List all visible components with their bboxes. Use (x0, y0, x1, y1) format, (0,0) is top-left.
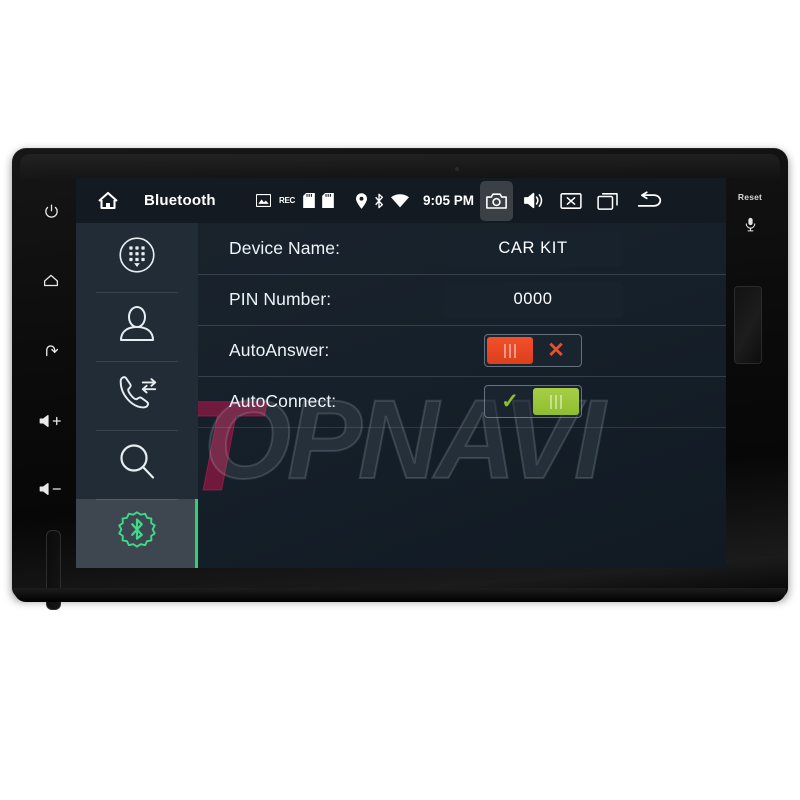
check-icon: ✓ (501, 390, 519, 413)
photo-icon (256, 194, 271, 207)
call-history-icon (113, 371, 161, 420)
sidebar-item-dialpad[interactable] (76, 223, 198, 292)
hw-card-slot[interactable] (46, 530, 61, 610)
bluetooth-icon (374, 193, 384, 209)
row-device-name: Device Name: CAR KIT (198, 223, 726, 274)
contact-person-icon (115, 302, 159, 351)
bezel-gloss (20, 154, 780, 180)
head-unit-device: Reset Bluetooth REC 9:05 PM T OPNAVI Dev… (12, 148, 788, 610)
statusbar-home-button[interactable] (76, 189, 140, 213)
row-label-auto-connect: AutoConnect: (229, 391, 337, 411)
auto-connect-toggle[interactable]: ✓ (484, 385, 582, 418)
row-label-pin-number: PIN Number: (229, 289, 332, 309)
hw-back-button[interactable] (28, 340, 74, 362)
right-hardware-area: Reset (720, 176, 780, 576)
dialpad-icon (114, 232, 160, 283)
sidebar-item-call-history[interactable] (76, 361, 198, 430)
microphone-icon (720, 216, 780, 238)
hw-volume-up-button[interactable] (28, 410, 74, 432)
function-sidebar (76, 223, 198, 568)
wifi-icon (391, 193, 409, 208)
sidebar-item-contacts[interactable] (76, 292, 198, 361)
row-pin-number: PIN Number: 0000 (198, 274, 726, 325)
volume-button[interactable] (517, 181, 550, 221)
grip-lines-icon (504, 343, 516, 358)
rec-icon: REC (279, 196, 295, 205)
hw-volume-down-button[interactable] (28, 478, 74, 500)
statusbar-clock: 9:05 PM (423, 193, 475, 208)
search-icon (115, 440, 159, 489)
row-auto-answer: AutoAnswer: ✕ (198, 325, 726, 376)
mute-button[interactable] (554, 181, 587, 221)
lcd-screen: Bluetooth REC 9:05 PM T OPNAVI Device Na… (76, 178, 726, 568)
hw-power-button[interactable] (28, 200, 74, 222)
statusbar-indicators: REC (256, 192, 409, 209)
hw-side-button[interactable] (734, 286, 762, 364)
status-bar: Bluetooth REC 9:05 PM (76, 178, 726, 223)
pin-number-value[interactable]: 0000 (443, 281, 623, 318)
auto-answer-off-slot: ✕ (533, 337, 579, 364)
statusbar-nav (480, 180, 670, 221)
back-button[interactable] (628, 181, 670, 221)
sidebar-item-search[interactable] (76, 430, 198, 499)
bluetooth-gear-icon (114, 508, 160, 559)
device-name-value[interactable]: CAR KIT (443, 230, 623, 267)
sidebar-item-bluetooth-settings[interactable] (76, 499, 198, 568)
screenshot-button[interactable] (480, 180, 514, 221)
auto-connect-knob (533, 388, 579, 415)
row-auto-connect: AutoConnect: ✓ (198, 376, 726, 427)
content-area: T OPNAVI Device Name: CAR KIT PIN Number… (76, 223, 726, 568)
row-label-auto-answer: AutoAnswer: (229, 340, 330, 360)
location-icon (356, 192, 367, 209)
row-divider (198, 427, 726, 428)
sensor-dot (455, 167, 459, 171)
settings-rows: Device Name: CAR KIT PIN Number: 0000 Au… (198, 223, 726, 568)
auto-answer-knob (487, 337, 533, 364)
recents-button[interactable] (591, 181, 624, 221)
reset-label: Reset (737, 192, 763, 202)
auto-answer-toggle[interactable]: ✕ (484, 334, 582, 367)
grip-lines-icon (550, 394, 562, 409)
sdcard1-icon (303, 193, 315, 208)
hw-home-button[interactable] (28, 270, 74, 292)
row-label-device-name: Device Name: (229, 238, 341, 258)
auto-connect-on-slot: ✓ (487, 388, 533, 415)
left-hardware-keys (28, 178, 74, 610)
sdcard2-icon (322, 193, 334, 208)
statusbar-title: Bluetooth (144, 192, 216, 209)
cross-icon: ✕ (547, 339, 565, 362)
